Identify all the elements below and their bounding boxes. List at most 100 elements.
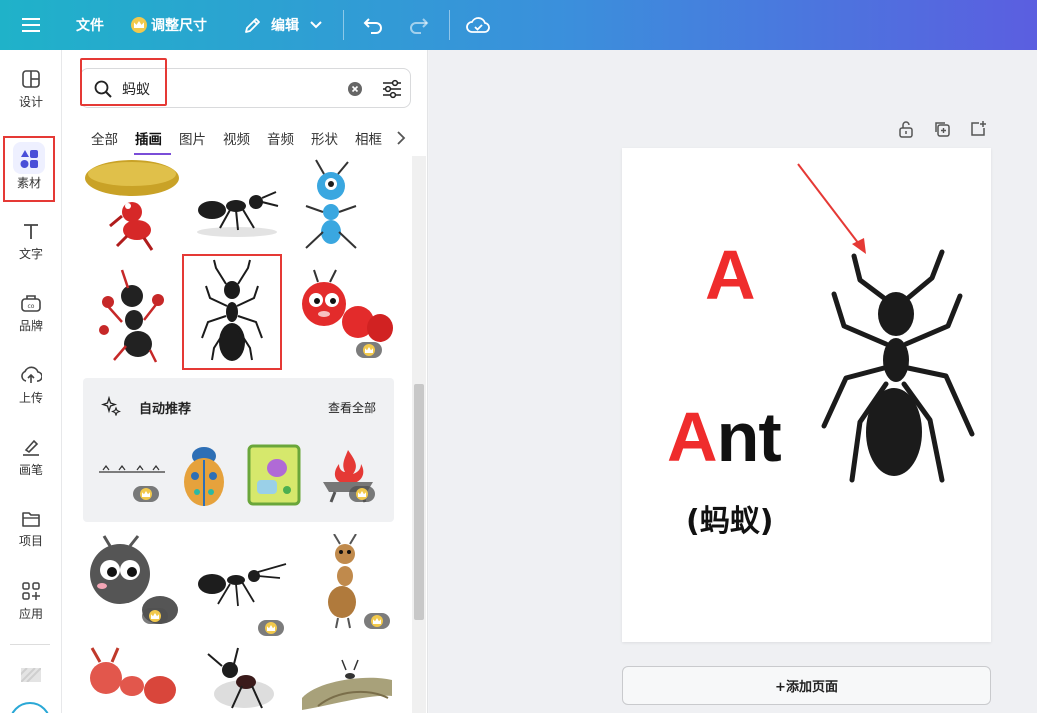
rail-divider	[10, 644, 50, 645]
ants-on-log-illustration[interactable]	[298, 650, 396, 713]
add-page-button[interactable]: +添加页面	[622, 666, 991, 705]
folder-icon	[22, 511, 40, 527]
redo-button[interactable]	[408, 0, 430, 50]
shapes-icon	[20, 149, 38, 168]
rail-item-design[interactable]: 设计	[0, 58, 62, 120]
tab-all[interactable]: 全部	[91, 128, 118, 148]
premium-badge	[349, 486, 375, 502]
cloud-check-icon	[466, 17, 490, 33]
toolbar-divider-2	[449, 10, 450, 40]
add-page-icon[interactable]	[969, 120, 987, 138]
rail-item-elements[interactable]: 素材	[3, 136, 55, 202]
rail-item-projects[interactable]: 项目	[0, 498, 62, 560]
undo-button[interactable]	[362, 0, 384, 50]
tab-shapes[interactable]: 形状	[311, 128, 338, 148]
undo-icon	[363, 18, 382, 34]
pen-icon	[23, 439, 39, 456]
black-ant-walking-illustration[interactable]	[190, 550, 288, 636]
rail-item-upload[interactable]: 上传	[0, 354, 62, 416]
red-caterpillar-ant-illustration[interactable]	[296, 266, 396, 362]
tab-audio[interactable]: 音频	[267, 128, 294, 148]
clear-icon[interactable]	[347, 81, 363, 97]
rail-item-text[interactable]: 文字	[0, 210, 62, 272]
layout-icon	[22, 69, 40, 88]
premium-badge	[356, 342, 382, 358]
rail-item-brand[interactable]: co 品牌	[0, 282, 62, 344]
crown-icon	[149, 610, 161, 622]
toolbar-divider	[343, 10, 344, 40]
duplicate-page-icon[interactable]	[933, 120, 951, 138]
crown-icon	[131, 17, 147, 33]
lock-icon[interactable]	[897, 120, 915, 138]
auto-recommend-section: 自动推荐 查看全部	[83, 378, 394, 522]
plant-cell-illustration[interactable]	[245, 442, 303, 508]
text-icon	[24, 223, 38, 239]
premium-badge	[142, 608, 168, 624]
canvas-word-ant[interactable]: Ant	[667, 402, 782, 472]
edit-menu[interactable]: 编辑	[243, 0, 323, 50]
design-page[interactable]: A Ant (蚂蚁)	[622, 148, 991, 642]
menu-button[interactable]	[22, 0, 40, 50]
rail-label-brand: 品牌	[18, 318, 43, 333]
tab-photos[interactable]: 图片	[179, 128, 206, 148]
apps-grid-icon	[22, 581, 40, 600]
crown-icon	[363, 344, 375, 356]
top-bar: 文件 调整尺寸 编辑	[0, 0, 1037, 50]
dark-ant-shadow-illustration[interactable]	[198, 646, 282, 713]
cloud-save-button[interactable]	[466, 0, 490, 50]
beetle-illustration[interactable]	[175, 442, 233, 508]
left-rail: 设计 素材 文字 co 品牌 上传 画笔 项目 应用	[0, 50, 62, 713]
cloud-upload-icon	[21, 366, 42, 383]
resize-button[interactable]: 调整尺寸	[131, 0, 207, 50]
rail-label-apps: 应用	[18, 606, 43, 621]
rail-label-elements: 素材	[16, 175, 41, 190]
rail-label-design: 设计	[18, 94, 43, 109]
premium-badge	[258, 620, 284, 636]
rail-item-apps[interactable]: 应用	[0, 570, 62, 632]
rail-label-text: 文字	[18, 246, 43, 261]
brown-standing-ant-illustration[interactable]	[320, 533, 370, 630]
resize-label: 调整尺寸	[151, 18, 207, 34]
tab-videos[interactable]: 视频	[223, 128, 250, 148]
rail-label-draw: 画笔	[18, 462, 43, 477]
active-tab-indicator	[134, 153, 171, 155]
brand-icon: co	[21, 294, 41, 312]
elements-panel: 蚂蚁 全部 插画 图片 视频 音频 形状 相框 自动推荐 查看全部	[62, 50, 428, 713]
canvas-area: A Ant (蚂蚁) +添加页面	[429, 50, 1037, 713]
edit-label: 编辑	[271, 18, 299, 34]
category-tabs: 全部 插画 图片 视频 音频 形状 相框	[62, 124, 427, 156]
ant-line-illustration[interactable]	[97, 458, 167, 482]
crown-icon	[356, 488, 368, 500]
ant-carrying-bread-illustration[interactable]	[82, 156, 182, 252]
redo-icon	[410, 18, 429, 34]
word-first-letter: A	[667, 398, 718, 476]
tab-illustration[interactable]: 插画	[135, 128, 162, 148]
tab-frames[interactable]: 相框	[355, 128, 382, 148]
rail-item-draw[interactable]: 画笔	[0, 426, 62, 488]
sparkle-icon	[101, 396, 121, 416]
selected-black-ant-illustration[interactable]	[182, 254, 282, 370]
premium-badge	[364, 613, 390, 629]
canvas-letter-a[interactable]: A	[705, 240, 756, 310]
file-menu[interactable]: 文件	[76, 0, 104, 50]
rail-label-upload: 上传	[18, 390, 43, 405]
gray-cartoon-ant-illustration[interactable]	[84, 534, 180, 626]
pencil-icon	[245, 18, 260, 33]
canvas-chinese-label[interactable]: (蚂蚁)	[686, 496, 773, 540]
premium-badge	[133, 486, 159, 502]
view-all-link[interactable]: 查看全部	[328, 399, 376, 416]
blue-ant-cartoon-illustration[interactable]	[298, 156, 364, 252]
filter-sliders-icon[interactable]	[381, 78, 403, 100]
black-ant-graphic[interactable]	[814, 248, 982, 488]
avatar[interactable]	[9, 702, 51, 713]
chevron-down-icon	[310, 21, 322, 29]
svg-text:co: co	[28, 303, 35, 310]
chevron-right-icon[interactable]	[395, 130, 407, 146]
hamburger-icon	[22, 18, 40, 32]
search-input[interactable]: 蚂蚁	[122, 79, 150, 99]
ant-with-flowers-illustration[interactable]	[92, 262, 172, 366]
panel-scrollbar-thumb[interactable]	[414, 384, 424, 620]
rail-label-projects: 项目	[18, 533, 43, 548]
red-ant-illustration[interactable]	[82, 646, 178, 713]
black-ant-side-illustration[interactable]	[192, 172, 282, 242]
